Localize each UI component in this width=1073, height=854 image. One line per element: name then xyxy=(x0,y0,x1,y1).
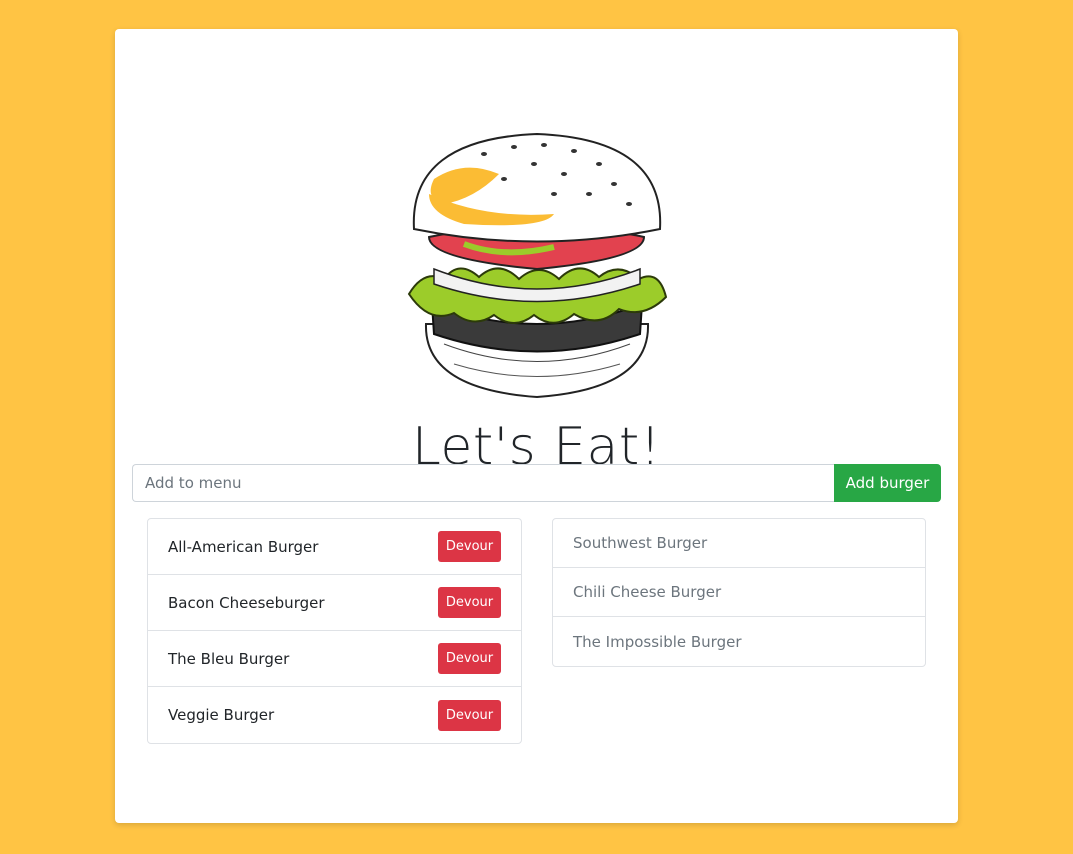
list-item: Southwest Burger xyxy=(553,519,925,568)
add-burger-button[interactable]: Add burger xyxy=(834,464,941,502)
menu-list: All-American Burger Devour Bacon Cheeseb… xyxy=(147,518,522,744)
burger-name: All-American Burger xyxy=(168,537,319,556)
devour-button[interactable]: Devour xyxy=(438,587,501,618)
add-burger-form: Add burger xyxy=(132,464,941,502)
devour-button[interactable]: Devour xyxy=(438,699,501,731)
devoured-burger-name: Southwest Burger xyxy=(573,534,708,552)
list-item: The Impossible Burger xyxy=(553,617,925,666)
list-item: The Bleu Burger Devour xyxy=(148,631,521,687)
list-item: Bacon Cheeseburger Devour xyxy=(148,575,521,631)
list-item: Veggie Burger Devour xyxy=(148,687,521,743)
devoured-list: Southwest Burger Chili Cheese Burger The… xyxy=(552,518,926,667)
main-card: Let's Eat! Add burger All-American Burge… xyxy=(115,29,958,823)
devour-button[interactable]: Devour xyxy=(438,643,501,674)
burger-name: Veggie Burger xyxy=(168,706,275,724)
devoured-burger-name: Chili Cheese Burger xyxy=(573,583,722,601)
burger-name: Bacon Cheeseburger xyxy=(168,593,325,612)
list-item: Chili Cheese Burger xyxy=(553,568,925,617)
burger-name: The Bleu Burger xyxy=(168,649,290,668)
burger-illustration xyxy=(407,132,668,399)
devour-button[interactable]: Devour xyxy=(438,531,501,562)
devoured-burger-name: The Impossible Burger xyxy=(573,632,742,651)
list-item: All-American Burger Devour xyxy=(148,519,521,575)
add-to-menu-input[interactable] xyxy=(132,464,834,502)
